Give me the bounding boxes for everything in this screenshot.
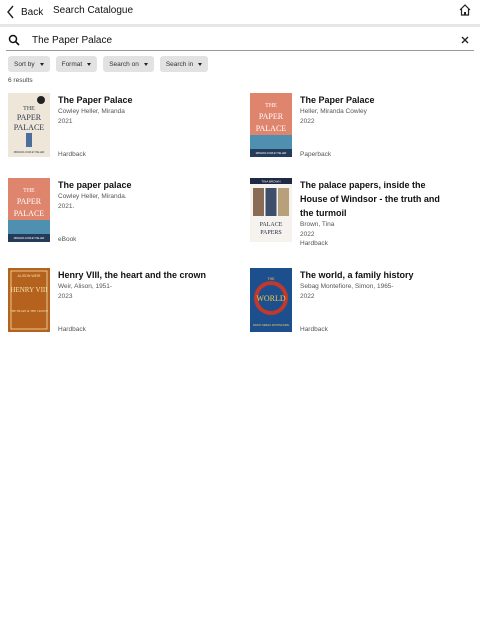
top-bar: Back Search Catalogue bbox=[0, 0, 480, 24]
cover-text: PAPERS bbox=[260, 230, 281, 236]
search-in-label: Search in bbox=[165, 60, 194, 68]
result-author: Heller, Miranda Cowley bbox=[300, 108, 367, 115]
result-card[interactable]: THE WORLD SIMON SEBAG MONTEFIORE The wor… bbox=[250, 268, 480, 338]
result-year: 2022 bbox=[300, 118, 315, 125]
search-on-label: Search on bbox=[109, 60, 139, 68]
back-button[interactable]: Back bbox=[6, 4, 43, 20]
cover-text: PALACE bbox=[14, 123, 44, 132]
result-year: 2021. bbox=[58, 203, 75, 210]
search-bar bbox=[0, 30, 480, 52]
cover-text: PAPER bbox=[17, 113, 42, 122]
result-format: Hardback bbox=[300, 240, 328, 247]
result-card[interactable]: THE PAPER PALACE MIRANDA COWLEY HELLER T… bbox=[8, 93, 238, 163]
result-format: eBook bbox=[58, 236, 77, 243]
search-on-dropdown[interactable]: Search on bbox=[103, 56, 154, 72]
cover-text: THE HEART & THE CROWN bbox=[10, 309, 49, 313]
result-title-line: the turmoil bbox=[300, 208, 347, 218]
cover-text: MIRANDA COWLEY HELLER bbox=[14, 151, 45, 154]
sort-by-dropdown[interactable]: Sort by bbox=[8, 56, 50, 72]
cover-text: PALACE bbox=[260, 222, 283, 228]
cover-text: TINA BROWN bbox=[261, 180, 280, 184]
result-format: Hardback bbox=[300, 326, 328, 333]
page-title: Search Catalogue bbox=[53, 5, 134, 16]
result-card[interactable]: THE PAPER PALACE MIRANDA COWLEY HELLER T… bbox=[8, 178, 238, 248]
result-format: Hardback bbox=[58, 151, 86, 158]
result-title: The paper palace bbox=[58, 180, 132, 190]
chevron-down-icon bbox=[39, 62, 44, 66]
result-title: The Paper Palace bbox=[300, 95, 375, 105]
close-icon[interactable] bbox=[460, 35, 470, 45]
cover-text: SIMON SEBAG MONTEFIORE bbox=[253, 323, 289, 327]
result-format: Paperback bbox=[300, 151, 332, 158]
cover-text: PAPER bbox=[17, 197, 42, 206]
result-title: The palace papers, inside the House of W… bbox=[300, 178, 480, 220]
result-year: 2022 bbox=[300, 293, 315, 300]
result-format: Hardback bbox=[58, 326, 86, 333]
result-author: Cowley Heller, Miranda. bbox=[58, 193, 127, 200]
format-label: Format bbox=[61, 60, 83, 68]
result-title-line: The palace papers, inside the bbox=[300, 180, 426, 190]
cover-text: THE bbox=[23, 188, 35, 194]
result-year: 2021 bbox=[58, 118, 73, 125]
book-cover-image: THE WORLD SIMON SEBAG MONTEFIORE bbox=[250, 268, 292, 332]
result-title: The world, a family history bbox=[300, 270, 414, 280]
home-icon[interactable] bbox=[458, 3, 472, 17]
chevron-left-icon bbox=[7, 5, 14, 19]
search-underline bbox=[6, 50, 474, 51]
result-card[interactable]: TINA BROWN PALACE PAPERS The palace pape… bbox=[250, 178, 480, 248]
book-cover-image: THE PAPER PALACE MIRANDA COWLEY HELLER bbox=[250, 93, 292, 157]
cover-text: HENRY VIII bbox=[10, 286, 48, 294]
result-card[interactable]: THE PAPER PALACE MIRANDA COWLEY HELLER T… bbox=[250, 93, 480, 163]
result-title-line: House of Windsor - the truth and bbox=[300, 194, 440, 204]
chevron-down-icon bbox=[198, 62, 203, 66]
cover-text: MIRANDA COWLEY HELLER bbox=[256, 152, 287, 155]
cover-text: THE bbox=[265, 103, 277, 109]
result-card[interactable]: ALISON WEIR HENRY VIII THE HEART & THE C… bbox=[8, 268, 238, 338]
cover-text: THE bbox=[268, 277, 276, 281]
filter-bar: Sort by Format Search on Search in bbox=[8, 56, 209, 72]
result-title: Henry VIII, the heart and the crown bbox=[58, 270, 207, 280]
cover-text: WORLD bbox=[256, 294, 286, 303]
top-bar-divider bbox=[0, 24, 480, 27]
cover-text: ALISON WEIR bbox=[18, 274, 41, 278]
book-cover-image: ALISON WEIR HENRY VIII THE HEART & THE C… bbox=[8, 268, 50, 332]
results-count: 6 results bbox=[8, 77, 33, 84]
result-title: The Paper Palace bbox=[58, 95, 133, 105]
cover-text: PALACE bbox=[256, 124, 286, 133]
cover-text: MIRANDA COWLEY HELLER bbox=[14, 237, 45, 240]
sort-by-label: Sort by bbox=[14, 60, 35, 68]
result-year: 2022 bbox=[300, 231, 315, 238]
result-author: Cowley Heller, Miranda bbox=[58, 108, 125, 115]
result-author: Brown, Tina bbox=[300, 221, 335, 228]
result-author: Sebag Montefiore, Simon, 1965- bbox=[300, 283, 394, 290]
back-label: Back bbox=[21, 6, 44, 18]
book-cover-image: THE PAPER PALACE MIRANDA COWLEY HELLER bbox=[8, 178, 50, 242]
search-in-dropdown[interactable]: Search in bbox=[159, 56, 209, 72]
result-year: 2023 bbox=[58, 293, 73, 300]
cover-text: THE bbox=[23, 106, 35, 112]
result-author: Weir, Alison, 1951- bbox=[58, 283, 113, 290]
search-icon bbox=[8, 34, 20, 46]
cover-text: PALACE bbox=[14, 209, 44, 218]
book-cover-image: THE PAPER PALACE MIRANDA COWLEY HELLER bbox=[8, 93, 50, 157]
chevron-down-icon bbox=[87, 62, 92, 66]
search-input[interactable] bbox=[32, 32, 432, 48]
cover-text: PAPER bbox=[259, 112, 284, 121]
chevron-down-icon bbox=[143, 62, 148, 66]
book-cover-image: TINA BROWN PALACE PAPERS bbox=[250, 178, 292, 242]
format-dropdown[interactable]: Format bbox=[55, 56, 98, 72]
